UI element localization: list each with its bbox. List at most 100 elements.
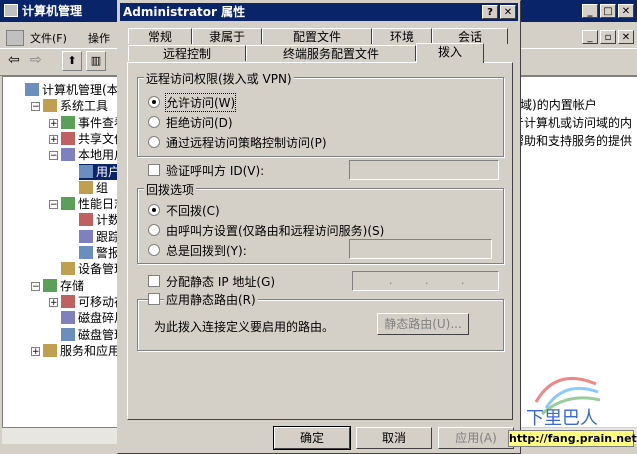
tree-node-icon	[79, 229, 93, 243]
ip-dot: .	[425, 274, 429, 287]
ip-dot: .	[461, 274, 465, 287]
tab-member-of[interactable]: 隶属于	[192, 28, 262, 44]
dialog-close-button[interactable]: ✕	[500, 5, 516, 19]
tree-node-icon	[61, 131, 75, 145]
caller-set-label[interactable]: 由呼叫方设置(仅路由和远程访问服务)(S)	[166, 222, 384, 239]
tree-item-label: 计算机管理(本地	[42, 83, 122, 97]
policy-control-label[interactable]: 通过远程访问策略控制访问(P)	[166, 134, 327, 151]
no-callback-label[interactable]: 不回拨(C)	[166, 202, 220, 219]
tree-item[interactable]: 存储	[43, 278, 84, 294]
tree-item-label: 事件查看器	[78, 115, 121, 130]
allow-access-label[interactable]: 允许访问(W)	[164, 93, 237, 112]
detail-line: 亓计算机或访问域的内	[512, 116, 633, 130]
static-ip-checkbox[interactable]	[148, 275, 160, 287]
always-callback-label[interactable]: 总是回拨到(Y):	[166, 242, 247, 259]
up-folder-button[interactable]: ⬆	[62, 51, 82, 71]
mmc-title: 计算机管理	[22, 4, 83, 18]
remote-access-legend: 远程访问权限(拨入或 VPN)	[144, 70, 294, 87]
dialog-title-bar[interactable]: Administrator 属性 ? ✕	[120, 3, 518, 21]
show-tree-button[interactable]: ▥	[86, 51, 106, 71]
menu-action[interactable]: 操作	[88, 30, 110, 46]
tree-item-label: 共享文件夹	[78, 131, 121, 146]
tree-expander[interactable]: +	[49, 118, 58, 128]
tab-profile[interactable]: 配置文件	[262, 28, 372, 44]
tree-expander[interactable]: +	[31, 346, 40, 356]
radio-policy-control[interactable]	[148, 136, 160, 148]
tree-item[interactable]: 设备管理器	[61, 261, 121, 277]
radio-always-callback[interactable]	[148, 244, 160, 256]
radio-no-callback[interactable]	[148, 204, 160, 216]
tree-item-label: 可移动存储	[78, 294, 121, 309]
tree-item[interactable]: 本地用户和组	[61, 147, 121, 163]
tree-item-label: 磁盘管理	[78, 327, 122, 342]
tab-remote-control[interactable]: 远程控制	[128, 45, 246, 61]
tab-dial-in[interactable]: 拨入	[416, 43, 484, 63]
menu-file[interactable]: 文件(F)	[30, 30, 67, 46]
radio-deny-access[interactable]	[148, 116, 160, 128]
tree-expander[interactable]: −	[49, 200, 58, 210]
tree-item-label: 设备管理器	[78, 262, 121, 277]
back-arrow-icon[interactable]: ⇦	[8, 52, 20, 68]
ok-button[interactable]: 确定	[273, 426, 351, 450]
tree-expander[interactable]: +	[49, 134, 58, 144]
child-minimize-button[interactable]: _	[582, 30, 598, 44]
tab-general[interactable]: 常规	[128, 28, 192, 44]
tree-expander[interactable]: −	[31, 281, 40, 291]
tree-item[interactable]: 组	[79, 180, 108, 196]
tree-item-label: 本地用户和组	[78, 148, 121, 163]
maximize-button[interactable]: □	[600, 4, 616, 18]
help-button[interactable]: ?	[482, 5, 498, 19]
apply-button[interactable]: 应用(A)	[438, 427, 514, 449]
radio-caller-set[interactable]	[148, 224, 160, 236]
static-routes-checkbox[interactable]	[148, 293, 160, 305]
tab-terminal-services-profile[interactable]: 终端服务配置文件	[246, 45, 416, 61]
deny-access-label[interactable]: 拒绝访问(D)	[166, 114, 233, 131]
tree-item[interactable]: 事件查看器	[61, 115, 121, 131]
static-routes-button[interactable]: 静态路由(U)...	[377, 313, 469, 335]
tree-expander[interactable]: −	[31, 102, 40, 112]
minimize-button[interactable]: _	[582, 4, 598, 18]
caller-id-field[interactable]	[349, 160, 499, 180]
tree-item[interactable]: 计数器日志	[79, 212, 121, 228]
verify-caller-id-checkbox[interactable]	[148, 164, 160, 176]
tree-node-icon	[79, 213, 93, 227]
ip-dot: .	[389, 274, 393, 287]
tree-item[interactable]: 用户	[79, 163, 121, 180]
tree-node-icon	[61, 148, 75, 162]
tree-item[interactable]: 服务和应用程序	[43, 343, 121, 359]
tree-expander[interactable]: −	[49, 151, 58, 161]
tree-node-icon	[25, 83, 39, 96]
close-button[interactable]: ✕	[618, 4, 634, 18]
tree-item[interactable]: 磁盘管理	[61, 327, 122, 343]
tree-item[interactable]: 共享文件夹	[61, 131, 121, 147]
cancel-button[interactable]: 取消	[356, 427, 432, 449]
child-close-button[interactable]: ✕	[618, 30, 634, 44]
tab-sessions[interactable]: 会话	[432, 28, 508, 44]
callback-legend: 回拨选项	[144, 181, 197, 198]
radio-allow-access[interactable]	[148, 96, 160, 108]
tree-item[interactable]: 跟踪日志	[79, 229, 121, 245]
tree-node-icon	[43, 343, 57, 357]
tree-item-label: 性能日志和警报	[78, 197, 121, 212]
forward-arrow-icon[interactable]: ⇨	[30, 52, 42, 68]
static-ip-field[interactable]: . . .	[352, 271, 499, 291]
console-icon	[6, 30, 24, 46]
tree-item[interactable]: 磁盘碎片整理	[61, 310, 121, 326]
tree-item[interactable]: 可移动存储	[61, 294, 121, 310]
child-restore-button[interactable]: ▫	[600, 30, 616, 44]
tree-node-icon	[61, 262, 75, 276]
callback-number-field[interactable]	[349, 239, 492, 259]
watermark-logo-icon: 下里巴人	[526, 376, 601, 428]
tree-item[interactable]: 计算机管理(本地	[25, 82, 122, 98]
tree-item[interactable]: 系统工具	[43, 98, 108, 114]
tree-item[interactable]: 警报	[79, 245, 120, 261]
tab-environment[interactable]: 环境	[372, 28, 432, 44]
tree-node-icon	[61, 197, 75, 211]
tree-node-icon	[61, 294, 75, 308]
tree-node-icon	[79, 246, 93, 259]
static-ip-label: 分配静态 IP 地址(G)	[166, 275, 276, 289]
tree-item[interactable]: 性能日志和警报	[61, 196, 121, 212]
tree-expander[interactable]: +	[49, 297, 58, 307]
tree-node-icon	[43, 99, 57, 113]
tree-node-icon	[79, 164, 93, 178]
